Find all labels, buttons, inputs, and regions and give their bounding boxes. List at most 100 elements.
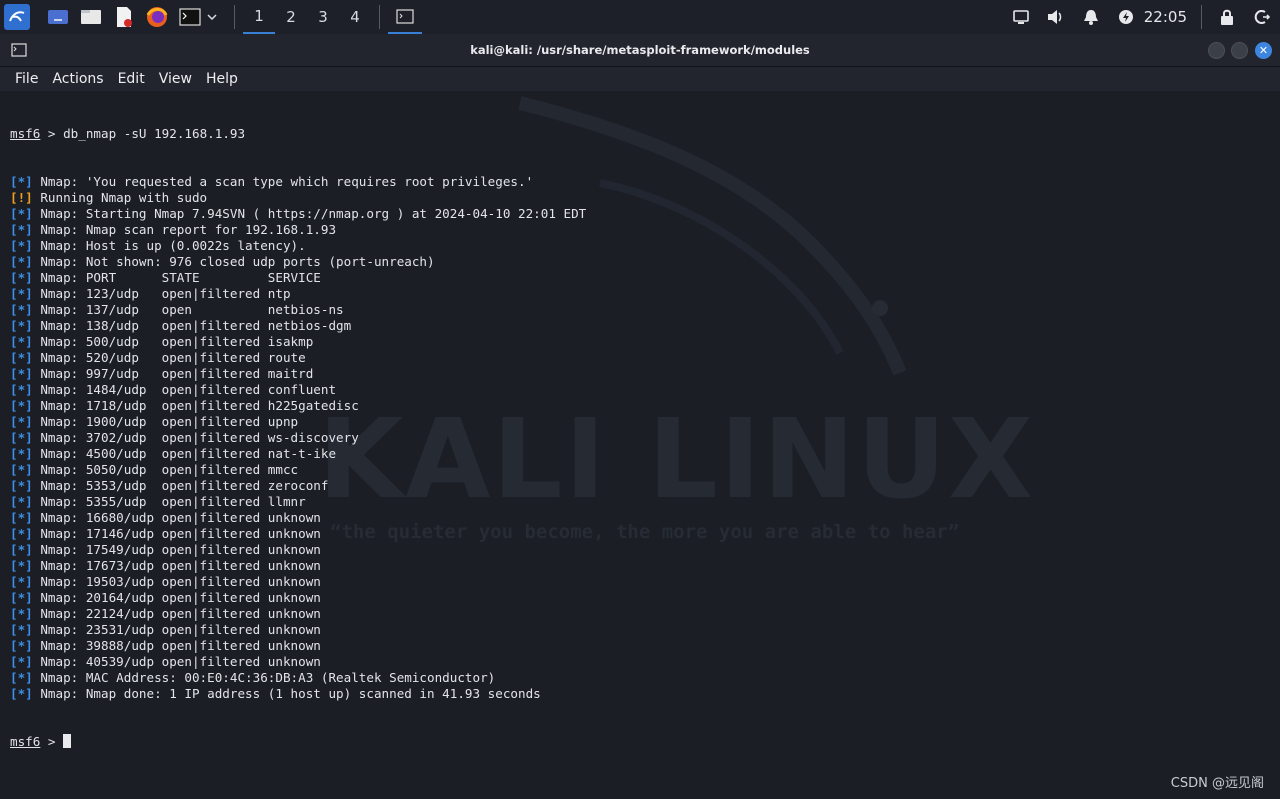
terminal-output: msf6 > db_nmap -sU 192.168.1.93 [*] Nmap…: [10, 94, 586, 782]
power-manager-icon[interactable]: [1112, 0, 1140, 34]
output-line: [*] Nmap: 40539/udp open|filtered unknow…: [10, 654, 586, 670]
output-text: Nmap: Not shown: 976 closed udp ports (p…: [32, 254, 435, 269]
output-line: [*] Nmap: Nmap done: 1 IP address (1 hos…: [10, 686, 586, 702]
lock-icon[interactable]: [1213, 0, 1241, 34]
output-line: [*] Nmap: 123/udp open|filtered ntp: [10, 286, 586, 302]
output-line: [*] Nmap: Nmap scan report for 192.168.1…: [10, 222, 586, 238]
info-tag: [*]: [10, 286, 33, 301]
info-tag: [*]: [10, 334, 33, 349]
logout-icon[interactable]: [1248, 0, 1276, 34]
clock[interactable]: 22:05: [1144, 8, 1187, 26]
output-text: Nmap: 123/udp open|filtered ntp: [32, 286, 291, 301]
output-text: Nmap: MAC Address: 00:E0:4C:36:DB:A3 (Re…: [32, 670, 496, 685]
output-text: Nmap: 17549/udp open|filtered unknown: [32, 542, 321, 557]
output-text: Nmap: 17673/udp open|filtered unknown: [32, 558, 321, 573]
tray-separator: [1201, 5, 1202, 29]
terminal-window-button[interactable]: [388, 0, 422, 34]
output-text: Nmap: 22124/udp open|filtered unknown: [32, 606, 321, 621]
menu-file[interactable]: File: [15, 71, 38, 87]
output-line: [*] Nmap: 'You requested a scan type whi…: [10, 174, 586, 190]
menu-edit[interactable]: Edit: [118, 71, 145, 87]
output-line: [*] Nmap: Host is up (0.0022s latency).: [10, 238, 586, 254]
info-tag: [*]: [10, 222, 33, 237]
file-manager-icon[interactable]: [79, 5, 103, 29]
menu-view[interactable]: View: [159, 71, 192, 87]
close-icon: ✕: [1258, 44, 1269, 57]
output-line: [*] Nmap: 997/udp open|filtered maitrd: [10, 366, 586, 382]
display-icon[interactable]: [1007, 0, 1035, 34]
volume-icon[interactable]: [1042, 0, 1070, 34]
output-text: Nmap: 3702/udp open|filtered ws-discover…: [32, 430, 359, 445]
menu-bar: File Actions Edit View Help: [0, 67, 1280, 91]
output-text: Nmap: PORT STATE SERVICE: [32, 270, 321, 285]
active-prompt-line[interactable]: msf6 >: [10, 734, 586, 750]
output-line: [*] Nmap: 1484/udp open|filtered conflue…: [10, 382, 586, 398]
output-text: Nmap: 997/udp open|filtered maitrd: [32, 366, 314, 381]
workspace-2[interactable]: 2: [275, 0, 307, 34]
warning-tag: [!]: [10, 190, 33, 205]
output-text: Nmap: 19503/udp open|filtered unknown: [32, 574, 321, 589]
maximize-button[interactable]: [1231, 42, 1248, 59]
output-line: [*] Nmap: 500/udp open|filtered isakmp: [10, 334, 586, 350]
output-text: Nmap: 40539/udp open|filtered unknown: [32, 654, 321, 669]
output-text: Nmap: Nmap done: 1 IP address (1 host up…: [32, 686, 541, 701]
command-line: msf6 > db_nmap -sU 192.168.1.93: [10, 126, 586, 142]
info-tag: [*]: [10, 654, 33, 669]
menu-actions[interactable]: Actions: [52, 71, 103, 87]
info-tag: [*]: [10, 510, 33, 525]
output-text: Nmap: 1900/udp open|filtered upnp: [32, 414, 299, 429]
info-tag: [*]: [10, 606, 33, 621]
minimize-button[interactable]: [1208, 42, 1225, 59]
output-text: Nmap: 520/udp open|filtered route: [32, 350, 306, 365]
info-tag: [*]: [10, 430, 33, 445]
menu-help[interactable]: Help: [206, 71, 238, 87]
notification-bell-icon[interactable]: [1077, 0, 1105, 34]
workspace-4[interactable]: 4: [339, 0, 371, 34]
prompt-label: msf6: [10, 734, 41, 749]
info-tag: [*]: [10, 254, 33, 269]
text-cursor: [63, 734, 72, 748]
firefox-icon[interactable]: [145, 5, 169, 29]
info-tag: [*]: [10, 270, 33, 285]
window-titlebar[interactable]: kali@kali: /usr/share/metasploit-framewo…: [0, 34, 1280, 67]
close-button[interactable]: ✕: [1255, 42, 1272, 59]
terminal-icon: [396, 8, 414, 24]
text-editor-icon[interactable]: [112, 5, 136, 29]
output-line: [!] Running Nmap with sudo: [10, 190, 586, 206]
kali-menu-icon[interactable]: [4, 4, 30, 30]
output-line: [*] Nmap: 137/udp open netbios-ns: [10, 302, 586, 318]
chevron-down-icon[interactable]: [204, 0, 220, 34]
output-line: [*] Nmap: MAC Address: 00:E0:4C:36:DB:A3…: [10, 670, 586, 686]
info-tag: [*]: [10, 622, 33, 637]
output-line: [*] Nmap: 17549/udp open|filtered unknow…: [10, 542, 586, 558]
output-line: [*] Nmap: 17673/udp open|filtered unknow…: [10, 558, 586, 574]
output-text: Nmap: 4500/udp open|filtered nat-t-ike: [32, 446, 337, 461]
output-text: Nmap: 5050/udp open|filtered mmcc: [32, 462, 299, 477]
output-line: [*] Nmap: 19503/udp open|filtered unknow…: [10, 574, 586, 590]
info-tag: [*]: [10, 398, 33, 413]
workspace-1[interactable]: 1: [243, 0, 275, 34]
taskbar-separator: [379, 5, 380, 29]
output-text: Nmap: 5353/udp open|filtered zeroconf: [32, 478, 329, 493]
info-tag: [*]: [10, 638, 33, 653]
output-text: Nmap: Host is up (0.0022s latency).: [32, 238, 306, 253]
output-line: [*] Nmap: Not shown: 976 closed udp port…: [10, 254, 586, 270]
info-tag: [*]: [10, 462, 33, 477]
output-line: [*] Nmap: 138/udp open|filtered netbios-…: [10, 318, 586, 334]
prompt-label: msf6: [10, 126, 41, 141]
output-line: [*] Nmap: 520/udp open|filtered route: [10, 350, 586, 366]
info-tag: [*]: [10, 238, 33, 253]
terminal-area[interactable]: KALI LINUX “the quieter you become, the …: [0, 93, 1280, 799]
terminal-launcher-icon[interactable]: [178, 5, 202, 29]
output-line: [*] Nmap: 17146/udp open|filtered unknow…: [10, 526, 586, 542]
output-line: [*] Nmap: 1900/udp open|filtered upnp: [10, 414, 586, 430]
show-desktop-icon[interactable]: [46, 5, 70, 29]
workspace-3[interactable]: 3: [307, 0, 339, 34]
watermark-credit: CSDN @远见阁: [1170, 776, 1264, 791]
info-tag: [*]: [10, 174, 33, 189]
output-text: Nmap: Nmap scan report for 192.168.1.93: [32, 222, 337, 237]
output-line: [*] Nmap: 4500/udp open|filtered nat-t-i…: [10, 446, 586, 462]
output-text: Nmap: Starting Nmap 7.94SVN ( https://nm…: [32, 206, 587, 221]
output-line: [*] Nmap: 22124/udp open|filtered unknow…: [10, 606, 586, 622]
output-text: Nmap: 5355/udp open|filtered llmnr: [32, 494, 306, 509]
